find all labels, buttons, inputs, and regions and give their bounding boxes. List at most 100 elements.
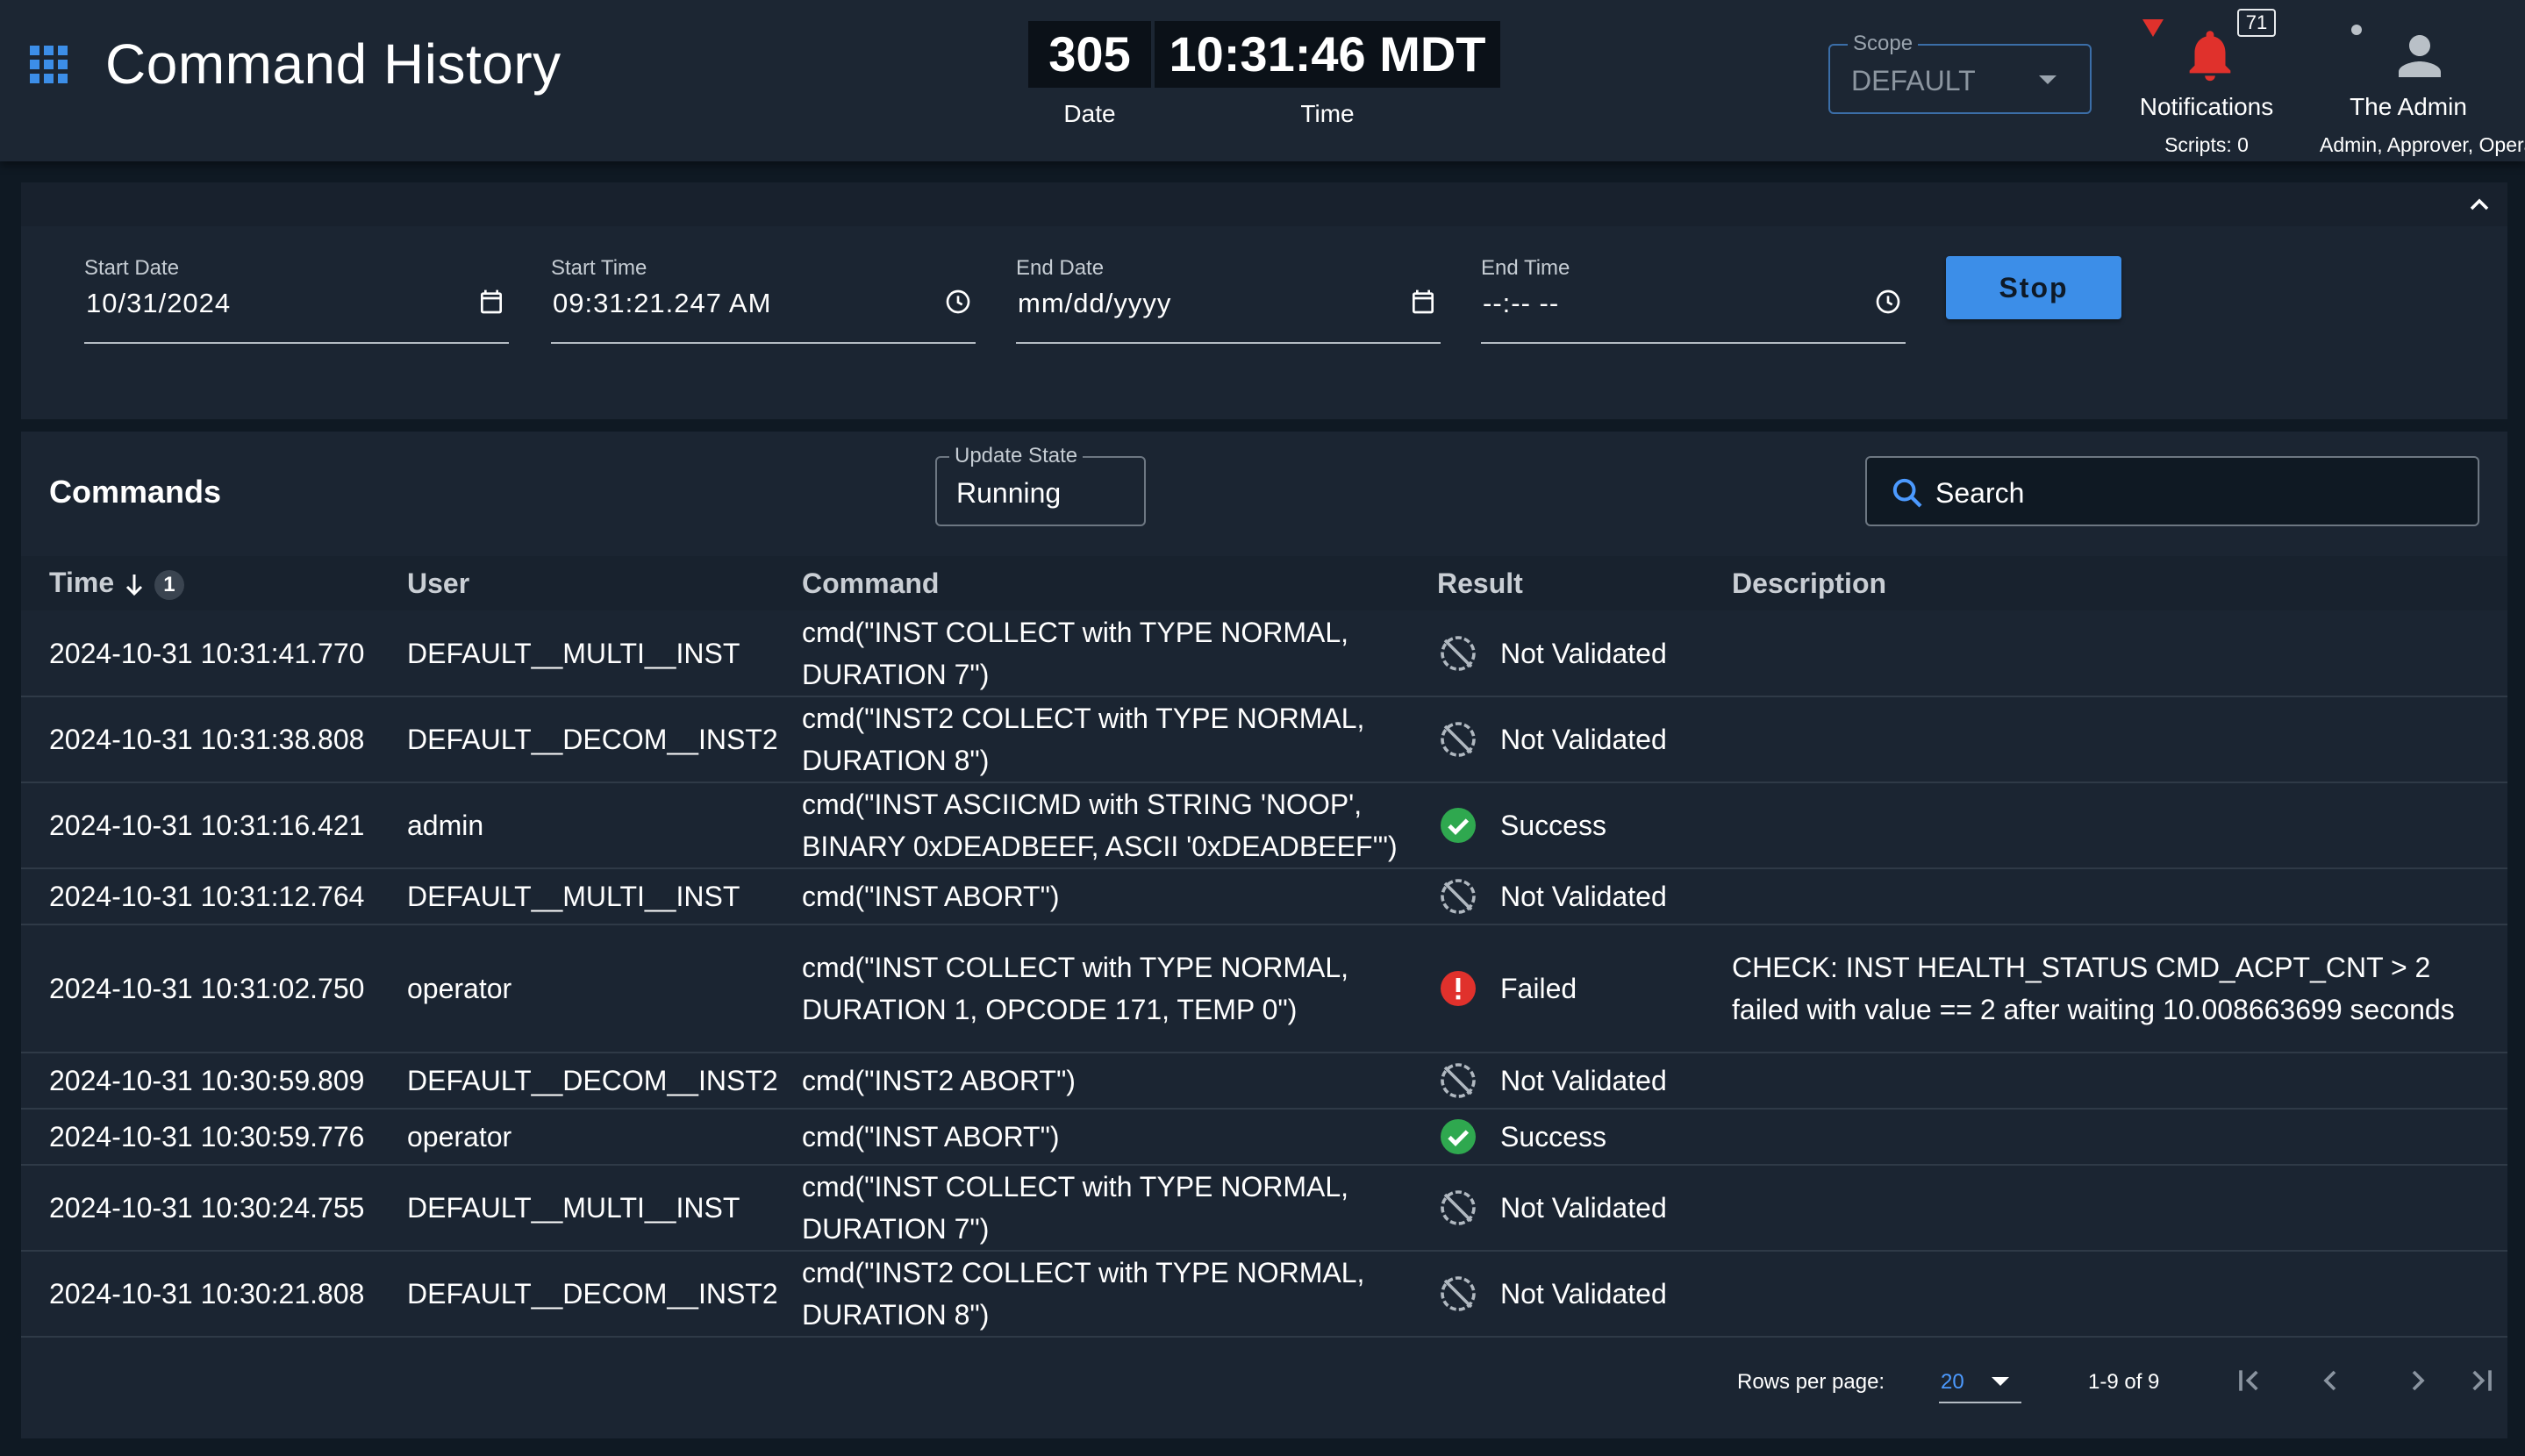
table-row[interactable]: 2024-10-31 10:31:16.421 admin cmd("INST AS… bbox=[21, 782, 2507, 869]
cell-command: cmd("INST COLLECT with TYPE NORMAL, DURA… bbox=[802, 924, 1437, 1053]
table-row[interactable]: 2024-10-31 10:30:59.809 DEFAULT__DECOM__I… bbox=[21, 1053, 2507, 1110]
cell-user: operator bbox=[407, 1109, 802, 1166]
column-header-result[interactable]: Result bbox=[1437, 556, 1732, 610]
chevron-up-icon[interactable] bbox=[2464, 191, 2495, 219]
notifications-button[interactable]: 71 Notifications Scripts: 0 bbox=[2123, 7, 2290, 156]
cell-description bbox=[1732, 782, 2507, 869]
cell-description bbox=[1732, 696, 2507, 783]
first-page-icon[interactable] bbox=[2232, 1363, 2267, 1398]
cell-user: admin bbox=[407, 782, 802, 869]
previous-page-icon[interactable] bbox=[2313, 1363, 2348, 1398]
column-header-user[interactable]: User bbox=[407, 556, 802, 610]
user-name: The Admin bbox=[2350, 93, 2467, 120]
result-label: Success bbox=[1500, 810, 1606, 841]
end-time-value: --:-- -- bbox=[1483, 288, 1560, 318]
cell-command: cmd("INST2 COLLECT with TYPE NORMAL, DUR… bbox=[802, 696, 1437, 783]
end-date-field[interactable]: End Date mm/dd/yyyy bbox=[1016, 256, 1441, 344]
cell-command: cmd("INST ABORT") bbox=[802, 868, 1437, 925]
cell-user: DEFAULT__DECOM__INST2 bbox=[407, 1053, 802, 1110]
table-row[interactable]: 2024-10-31 10:31:41.770 DEFAULT__MULTI__I… bbox=[21, 610, 2507, 697]
last-page-icon[interactable] bbox=[2464, 1363, 2499, 1398]
success-check-icon bbox=[1441, 808, 1476, 843]
cell-result: Success bbox=[1437, 782, 1732, 869]
table-row[interactable]: 2024-10-31 10:30:21.808 DEFAULT__DECOM__I… bbox=[21, 1251, 2507, 1338]
result-label: Success bbox=[1500, 1121, 1606, 1153]
clock-date-label: Date bbox=[1063, 100, 1116, 127]
start-date-field[interactable]: Start Date 10/31/2024 bbox=[84, 256, 509, 344]
cell-description: CHECK: INST HEALTH_STATUS CMD_ACPT_CNT >… bbox=[1732, 924, 2507, 1053]
rows-per-page-select[interactable]: 20 bbox=[1939, 1356, 2021, 1403]
calendar-icon[interactable] bbox=[477, 288, 505, 316]
cell-result: Not Validated bbox=[1437, 1251, 1732, 1338]
status-dot-icon bbox=[2351, 25, 2362, 35]
table-row[interactable]: 2024-10-31 10:31:38.808 DEFAULT__DECOM__I… bbox=[21, 696, 2507, 783]
apps-grid-icon[interactable] bbox=[30, 46, 68, 84]
next-page-icon[interactable] bbox=[2400, 1363, 2436, 1398]
cell-time: 2024-10-31 10:31:02.750 bbox=[21, 924, 407, 1053]
start-date-label: Start Date bbox=[84, 256, 180, 280]
commands-card: Commands Update State Running Time 1 Use… bbox=[21, 432, 2507, 1438]
cell-description bbox=[1732, 610, 2507, 697]
start-date-value: 10/31/2024 bbox=[86, 288, 232, 318]
scope-label: Scope bbox=[1848, 32, 1919, 56]
table-row[interactable]: 2024-10-31 10:30:59.776 operator cmd("INST… bbox=[21, 1109, 2507, 1166]
account-icon bbox=[2399, 35, 2441, 77]
cell-time: 2024-10-31 10:30:24.755 bbox=[21, 1165, 407, 1252]
end-date-value: mm/dd/yyyy bbox=[1018, 288, 1172, 318]
search-input[interactable] bbox=[1935, 474, 2462, 512]
column-time-label: Time bbox=[49, 567, 115, 599]
cell-command: cmd("INST ASCIICMD with STRING 'NOOP', B… bbox=[802, 782, 1437, 869]
chevron-down-icon bbox=[2039, 75, 2056, 84]
clock-icon[interactable] bbox=[1874, 288, 1902, 316]
end-time-field[interactable]: End Time --:-- -- bbox=[1481, 256, 1906, 344]
alert-triangle-icon bbox=[2142, 19, 2164, 37]
column-header-command[interactable]: Command bbox=[802, 556, 1437, 610]
cell-time: 2024-10-31 10:31:38.808 bbox=[21, 696, 407, 783]
commands-table: Time 1 User Command Result Description 2… bbox=[21, 556, 2507, 1338]
clock-icon[interactable] bbox=[944, 288, 972, 316]
clock-date: 305 bbox=[1028, 21, 1151, 88]
stop-button[interactable]: Stop bbox=[1946, 256, 2121, 319]
table-row[interactable]: 2024-10-31 10:31:12.764 DEFAULT__MULTI__I… bbox=[21, 868, 2507, 925]
app-bar: Command History 305 10:31:46 MDT Date Ti… bbox=[0, 0, 2525, 161]
cell-time: 2024-10-31 10:31:12.764 bbox=[21, 868, 407, 925]
user-menu[interactable]: The Admin Admin, Approver, Operator bbox=[2307, 7, 2525, 156]
chevron-down-icon bbox=[1992, 1377, 2009, 1386]
table-row[interactable]: 2024-10-31 10:31:02.750 operator cmd("INST… bbox=[21, 924, 2507, 1053]
cell-time: 2024-10-31 10:30:59.776 bbox=[21, 1109, 407, 1166]
result-label: Not Validated bbox=[1500, 1065, 1667, 1096]
table-body: 2024-10-31 10:31:41.770 DEFAULT__MULTI__I… bbox=[21, 610, 2507, 1338]
calendar-icon[interactable] bbox=[1409, 288, 1437, 316]
arrow-down-icon bbox=[125, 574, 143, 596]
update-state-field: Update State Running bbox=[935, 444, 1146, 526]
not-validated-icon bbox=[1441, 722, 1476, 757]
cell-result: Not Validated bbox=[1437, 1053, 1732, 1110]
column-header-time[interactable]: Time 1 bbox=[21, 556, 407, 610]
cell-result: Not Validated bbox=[1437, 1165, 1732, 1252]
table-row[interactable]: 2024-10-31 10:30:24.755 DEFAULT__MULTI__I… bbox=[21, 1165, 2507, 1252]
rows-per-page-label: Rows per page: bbox=[1737, 1370, 1885, 1394]
cell-description bbox=[1732, 1053, 2507, 1110]
cell-result: Not Validated bbox=[1437, 696, 1732, 783]
cell-description bbox=[1732, 1165, 2507, 1252]
rows-per-page-value: 20 bbox=[1941, 1370, 1964, 1394]
not-validated-icon bbox=[1441, 1276, 1476, 1311]
cell-user: DEFAULT__DECOM__INST2 bbox=[407, 696, 802, 783]
cell-command: cmd("INST2 COLLECT with TYPE NORMAL, DUR… bbox=[802, 1251, 1437, 1338]
column-header-description[interactable]: Description bbox=[1732, 556, 2507, 610]
search-icon bbox=[1892, 478, 1922, 508]
user-roles: Admin, Approver, Operator bbox=[2320, 133, 2525, 156]
cell-user: DEFAULT__MULTI__INST bbox=[407, 1165, 802, 1252]
bell-icon bbox=[2189, 31, 2231, 82]
not-validated-icon bbox=[1441, 635, 1476, 671]
table-footer: Rows per page: 20 1-9 of 9 bbox=[21, 1344, 2507, 1423]
cell-command: cmd("INST ABORT") bbox=[802, 1109, 1437, 1166]
search-field[interactable] bbox=[1865, 456, 2479, 526]
cell-time: 2024-10-31 10:31:41.770 bbox=[21, 610, 407, 697]
cell-user: DEFAULT__DECOM__INST2 bbox=[407, 1251, 802, 1338]
not-validated-icon bbox=[1441, 1063, 1476, 1098]
cell-user: DEFAULT__MULTI__INST bbox=[407, 610, 802, 697]
start-time-field[interactable]: Start Time 09:31:21.247 AM bbox=[551, 256, 976, 344]
failed-alert-icon bbox=[1441, 971, 1476, 1006]
scope-select[interactable]: Scope DEFAULT bbox=[1828, 32, 2092, 114]
